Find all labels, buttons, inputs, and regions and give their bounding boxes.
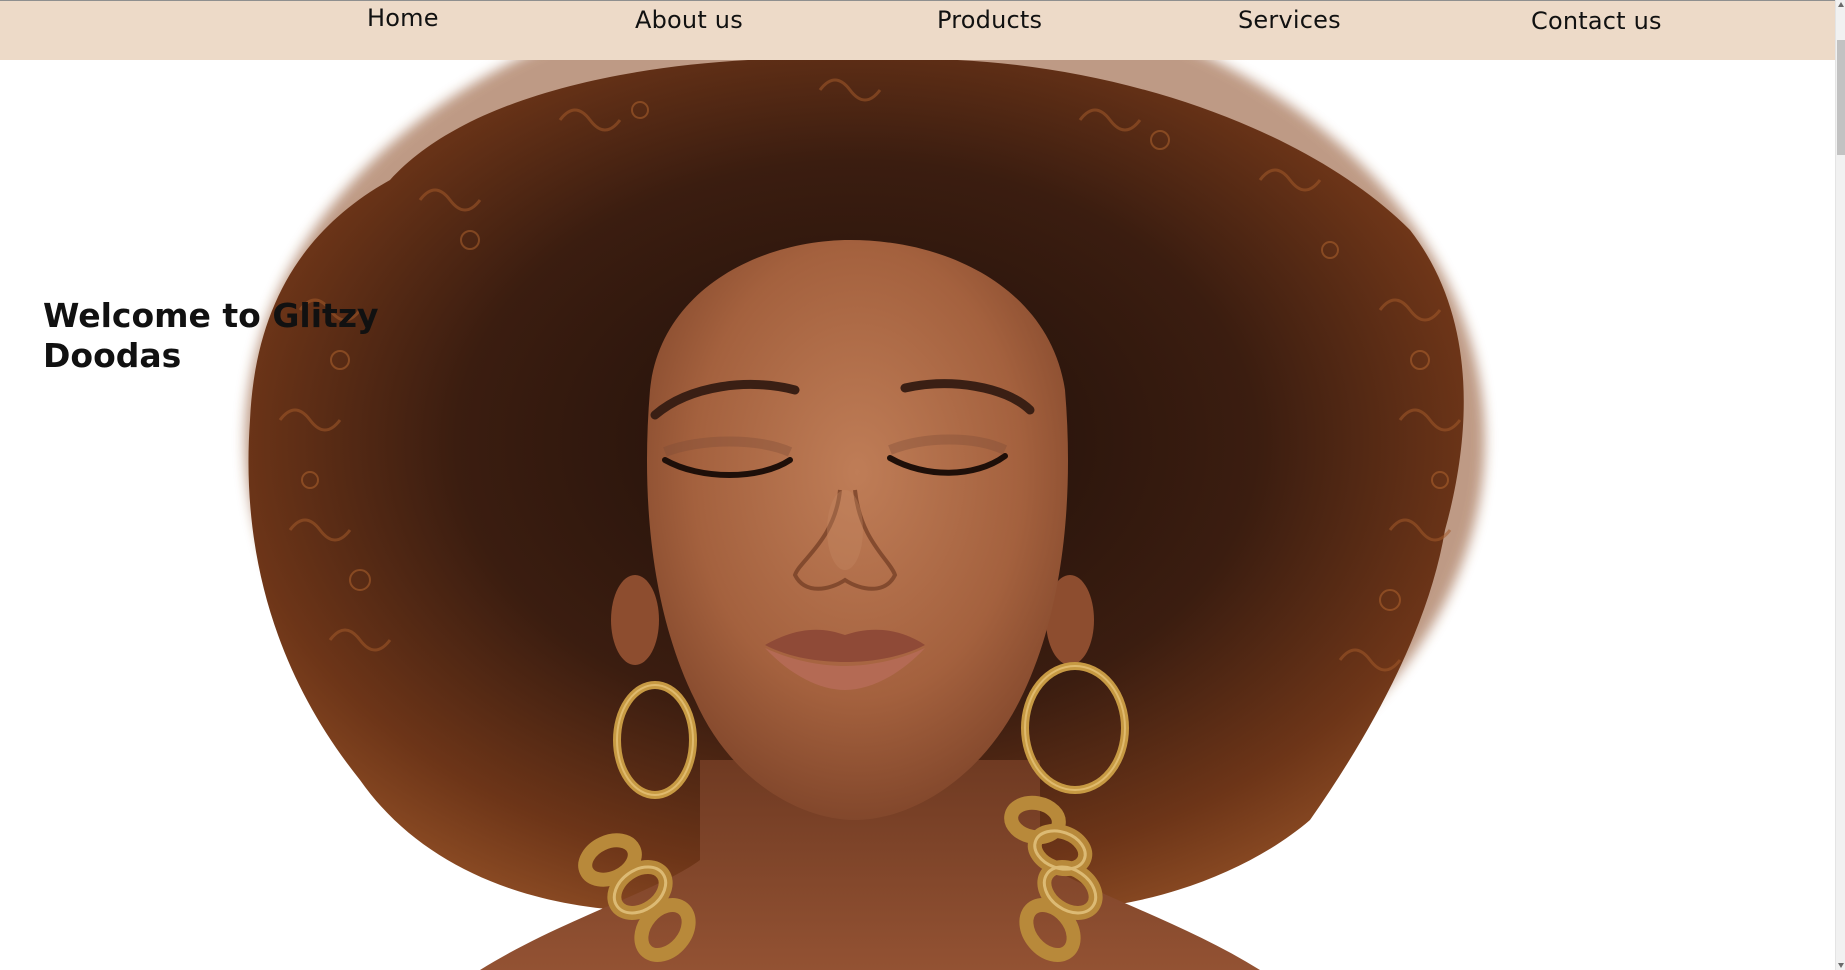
page: Home About us Products Services Contact … (0, 0, 1845, 970)
nav-link-contact-us[interactable]: Contact us (1531, 7, 1662, 35)
nav-link-home[interactable]: Home (367, 4, 439, 32)
hero-portrait-image (245, 60, 1485, 970)
scrollbar-thumb[interactable] (1837, 40, 1845, 155)
nav-link-services[interactable]: Services (1238, 6, 1341, 34)
nav-link-about-us[interactable]: About us (635, 6, 743, 34)
top-navigation-bar: Home About us Products Services Contact … (0, 0, 1835, 60)
hero-heading: Welcome to Glitzy Doodas (43, 296, 379, 375)
vertical-scrollbar[interactable] (1835, 0, 1845, 970)
hero-section: Welcome to Glitzy Doodas (0, 60, 1835, 970)
nav-link-products[interactable]: Products (937, 6, 1042, 34)
scroll-down-arrow-icon[interactable] (1838, 963, 1844, 968)
scroll-up-arrow-icon[interactable] (1838, 2, 1844, 7)
